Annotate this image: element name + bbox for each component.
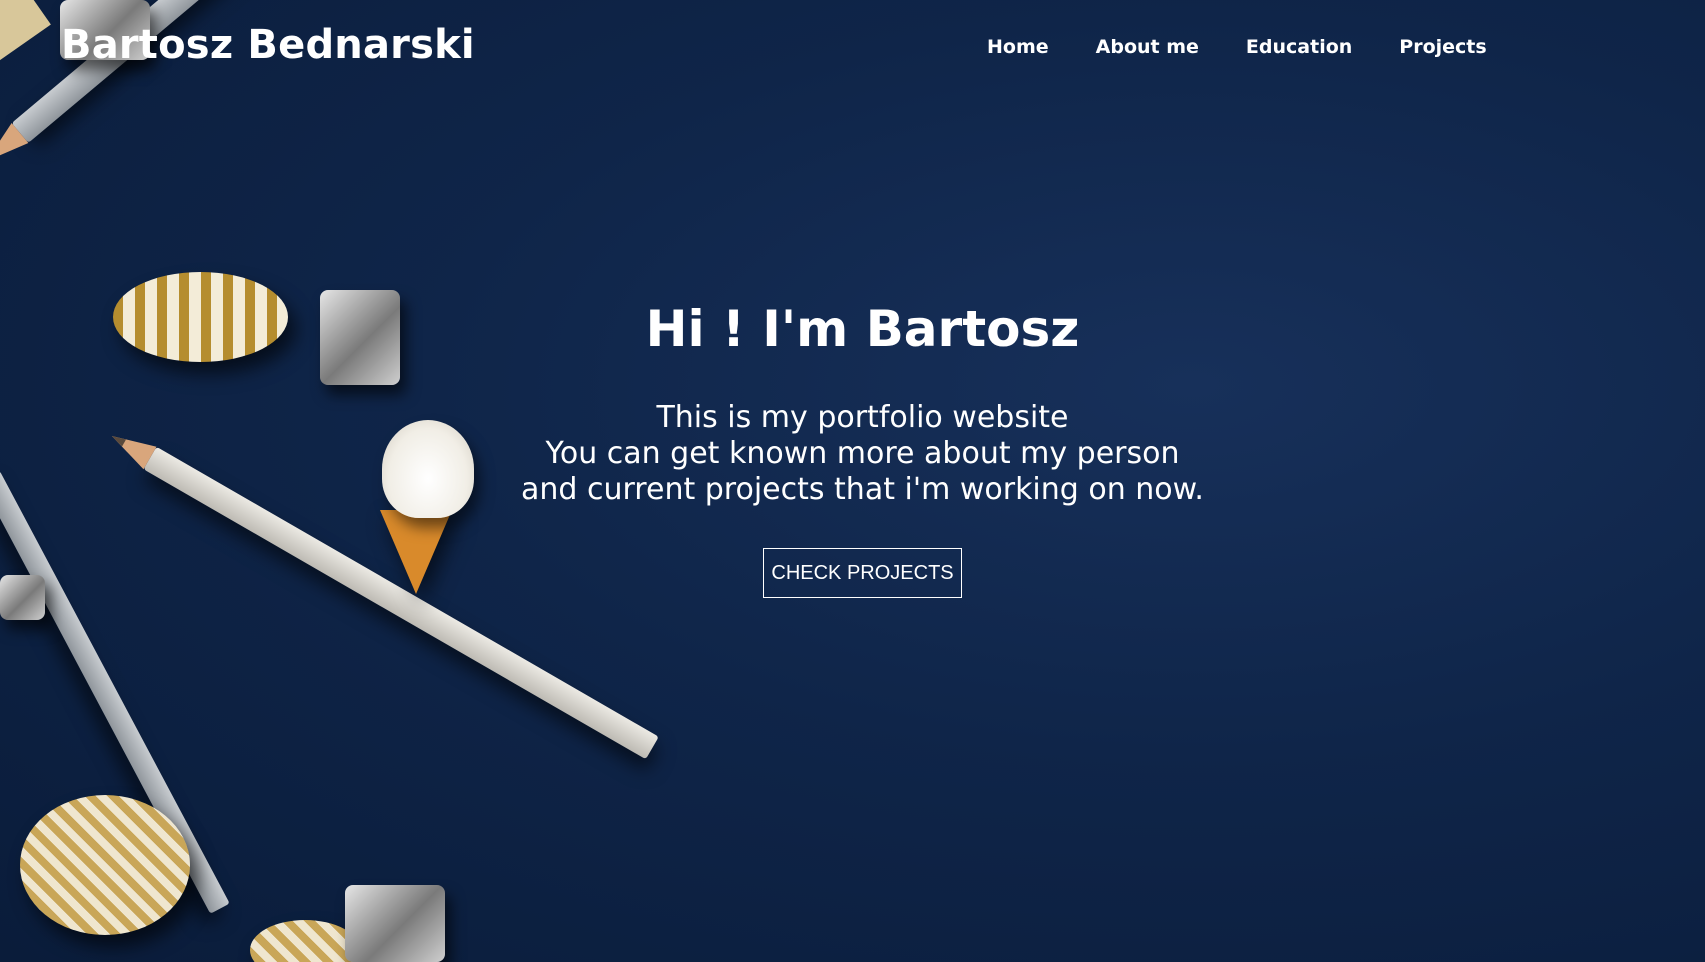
background-photo [0,0,1,1]
hero-section: Bartosz Bednarski Home About me Educatio… [0,0,1705,962]
washi-tape-decoration [20,795,190,935]
site-title[interactable]: Bartosz Bednarski [61,22,475,68]
check-projects-button[interactable]: CHECK PROJECTS [763,548,962,598]
hero-headline: Hi ! I'm Bartosz [645,300,1080,358]
nav-projects[interactable]: Projects [1399,36,1486,58]
washi-tape-decoration [250,920,360,962]
main-nav: Home About me Education Projects [987,36,1534,58]
nav-education[interactable]: Education [1246,36,1352,58]
intro-line: This is my portfolio website [656,400,1069,435]
ruler-decoration [0,0,51,65]
hero-intro: This is my portfolio website You can get… [0,400,1705,508]
nav-about-me[interactable]: About me [1096,36,1199,58]
nav-home[interactable]: Home [987,36,1049,58]
binder-clip-decoration [0,575,45,620]
binder-clip-decoration [345,885,445,962]
intro-line: You can get known more about my person [545,436,1180,471]
ice-cream-eraser-cone [380,510,452,594]
intro-line: and current projects that i'm working on… [521,472,1204,507]
